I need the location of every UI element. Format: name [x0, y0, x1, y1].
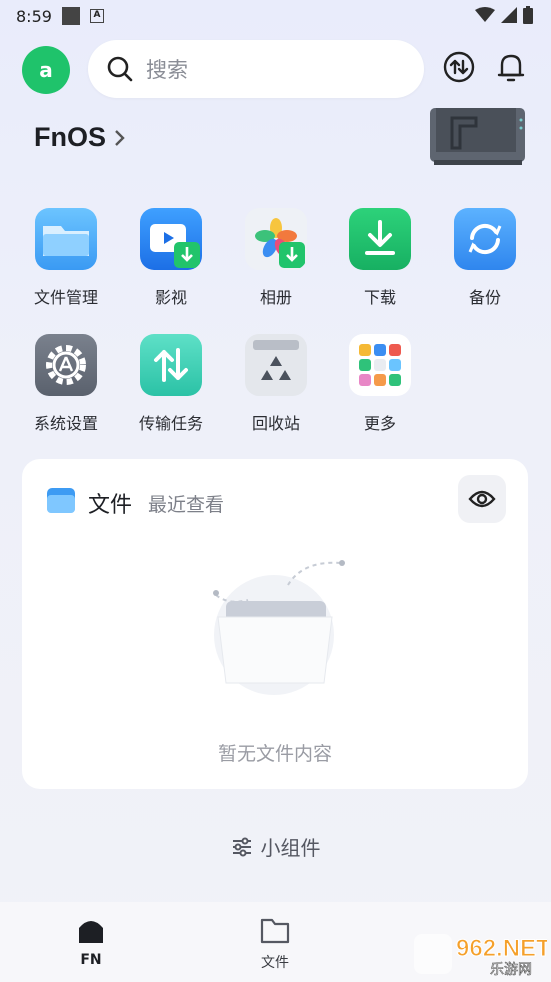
- battery-icon: [523, 6, 533, 24]
- empty-state-text: 暂无文件内容: [217, 743, 332, 765]
- device-name: FnOS: [34, 122, 106, 152]
- app-backup[interactable]: 备份: [440, 208, 530, 308]
- home-icon: [79, 921, 103, 943]
- tab-label: 文件: [261, 955, 289, 971]
- widgets-label: 小组件: [260, 836, 321, 860]
- app-download[interactable]: 下载: [335, 208, 425, 308]
- photos-icon: [245, 208, 307, 270]
- app-more[interactable]: 更多: [335, 334, 425, 434]
- download-icon: [349, 208, 411, 270]
- notifications-button[interactable]: [494, 50, 528, 84]
- app-label: 影视: [154, 288, 187, 307]
- folder-icon: [47, 488, 75, 513]
- svg-text:乐游网: 乐游网: [490, 962, 532, 978]
- settings-icon: [35, 334, 97, 396]
- signal-icon: [501, 7, 517, 23]
- app-label: 回收站: [251, 414, 300, 433]
- app-label: 更多: [363, 414, 396, 433]
- video-icon: [140, 208, 202, 270]
- app-label: 下载: [363, 288, 396, 307]
- folder-icon: [35, 208, 97, 270]
- svg-text:962.NET: 962.NET: [456, 935, 547, 962]
- visibility-toggle-button[interactable]: [458, 475, 506, 523]
- app-transfer-tasks[interactable]: 传输任务: [126, 334, 216, 434]
- wifi-icon: [475, 7, 495, 22]
- status-indicators: [475, 6, 533, 24]
- empty-folder-illustration: [213, 560, 345, 695]
- nas-device-image: [430, 108, 525, 165]
- status-bar: 8:59 A: [0, 0, 551, 32]
- widgets-button[interactable]: 小组件: [0, 832, 551, 861]
- more-apps-icon: [349, 334, 411, 396]
- card-title: 文件: [88, 493, 133, 518]
- transfer-button[interactable]: [442, 50, 476, 84]
- avatar[interactable]: a: [22, 46, 70, 94]
- device-selector[interactable]: FnOS: [34, 122, 126, 153]
- folder-outline-icon: [260, 918, 290, 944]
- app-label: 传输任务: [138, 414, 203, 433]
- app-file-manager[interactable]: 文件管理: [21, 208, 111, 308]
- notification-square-icon: [61, 7, 80, 25]
- sliders-icon: [232, 837, 251, 856]
- search-icon: [107, 56, 133, 82]
- tab-files[interactable]: 文件: [235, 916, 315, 972]
- app-label: 备份: [468, 288, 501, 307]
- tab-label: FN: [80, 952, 102, 968]
- transfer-arrows-icon: [443, 51, 475, 83]
- app-settings[interactable]: 系统设置: [21, 334, 111, 434]
- recycle-icon: [245, 334, 307, 396]
- app-video[interactable]: 影视: [126, 208, 216, 308]
- avatar-letter: a: [39, 58, 53, 82]
- watermark-logo: 962.NET 乐游网: [412, 926, 551, 978]
- app-photos[interactable]: 相册: [231, 208, 321, 308]
- app-label: 文件管理: [33, 288, 98, 307]
- files-card: 文件 最近查看 暂无文件内容: [22, 459, 528, 789]
- app-label: 系统设置: [33, 414, 98, 433]
- tab-fn[interactable]: FN: [51, 916, 131, 968]
- search-bar[interactable]: 搜索: [88, 40, 424, 98]
- status-time: 8:59: [16, 6, 52, 26]
- transfer-icon: [140, 334, 202, 396]
- card-subtitle: 最近查看: [148, 494, 225, 516]
- backup-icon: [454, 208, 516, 270]
- bell-icon: [497, 54, 525, 82]
- app-label: 相册: [259, 288, 292, 307]
- eye-icon: [468, 490, 496, 508]
- app-recycle-bin[interactable]: 回收站: [231, 334, 321, 434]
- notification-a-icon: A: [89, 9, 104, 23]
- chevron-right-icon: [115, 129, 125, 146]
- search-placeholder: 搜索: [146, 58, 188, 82]
